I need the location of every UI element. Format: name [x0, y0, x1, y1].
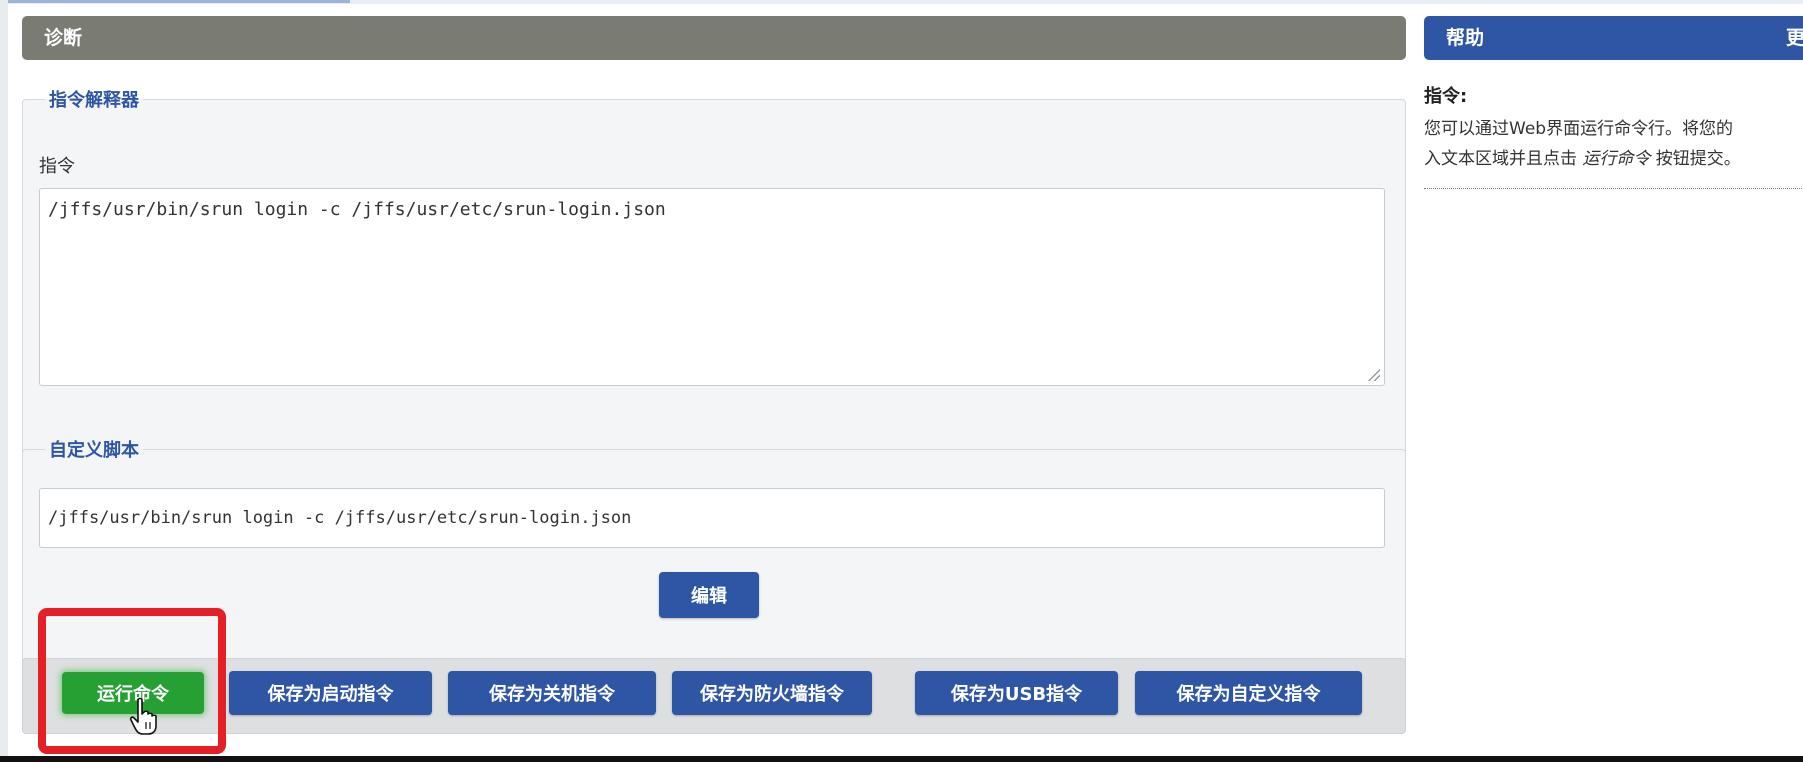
help-line-2-prefix: 入文本区域并且点击	[1424, 149, 1583, 169]
custom-script-field[interactable]: /jffs/usr/bin/srun login -c /jffs/usr/et…	[39, 488, 1385, 548]
diagnostics-title: 诊断	[44, 27, 83, 49]
command-textarea[interactable]: /jffs/usr/bin/srun login -c /jffs/usr/et…	[39, 188, 1385, 386]
active-tab-indicator	[0, 0, 350, 3]
help-text: 您可以通过Web界面运行命令行。将您的 入文本区域并且点击 运行命令 按钮提交。	[1424, 114, 1803, 174]
custom-script-fieldset: 自定义脚本 /jffs/usr/bin/srun login -c /jffs/…	[22, 436, 1406, 692]
save-shutdown-button[interactable]: 保存为关机指令	[448, 671, 656, 715]
command-text[interactable]: /jffs/usr/bin/srun login -c /jffs/usr/et…	[48, 199, 666, 220]
edit-button[interactable]: 编辑	[659, 572, 759, 618]
save-usb-button[interactable]: 保存为USB指令	[915, 671, 1118, 715]
help-line-1: 您可以通过Web界面运行命令行。将您的	[1424, 119, 1734, 139]
help-section-title: 指令:	[1424, 86, 1468, 107]
browser-top-strip	[0, 0, 1803, 4]
save-custom-button[interactable]: 保存为自定义指令	[1135, 671, 1362, 715]
bottom-bar	[0, 756, 1803, 762]
resize-grip-icon[interactable]	[1368, 369, 1380, 381]
help-line-2: 入文本区域并且点击 运行命令 按钮提交。	[1424, 144, 1803, 174]
left-edge	[0, 0, 8, 756]
diagnostics-header: 诊断	[22, 16, 1406, 60]
help-divider	[1424, 188, 1803, 189]
help-title-label: 帮助	[1446, 27, 1485, 49]
diagnostics-body: 指令解释器 指令 /jffs/usr/bin/srun login -c /jf…	[22, 60, 1406, 734]
save-startup-button[interactable]: 保存为启动指令	[229, 671, 432, 715]
save-firewall-button[interactable]: 保存为防火墙指令	[672, 671, 872, 715]
command-label: 指令	[39, 156, 75, 177]
custom-script-legend: 自定义脚本	[49, 440, 139, 461]
command-interpreter-fieldset: 指令解释器 指令 /jffs/usr/bin/srun login -c /jf…	[22, 86, 1406, 464]
help-line-2-suffix: 按钮提交。	[1650, 149, 1741, 169]
run-command-button[interactable]: 运行命令	[62, 672, 204, 714]
help-header: 帮助 更	[1424, 16, 1803, 60]
help-more-link[interactable]: 更	[1786, 16, 1803, 60]
command-interpreter-legend: 指令解释器	[49, 90, 139, 111]
help-run-command-emphasis: 运行命令	[1582, 149, 1651, 169]
